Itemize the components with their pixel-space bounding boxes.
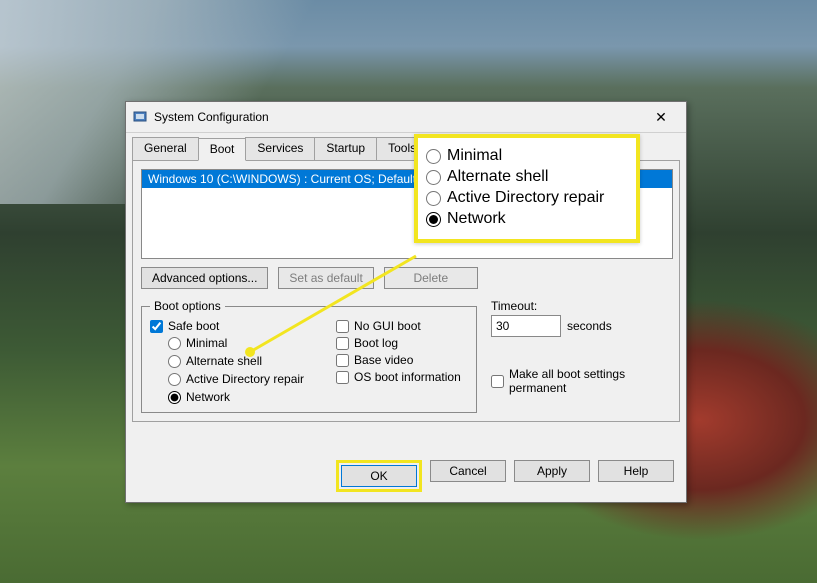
safe-boot-checkbox[interactable]: Safe boot [150, 319, 304, 333]
callout-radio-minimal: Minimal [426, 147, 628, 165]
tab-general[interactable]: General [132, 137, 199, 160]
boot-options-group: Boot options Safe boot Minimal Alte [141, 299, 477, 413]
dialog-action-bar: OK Cancel Apply Help [336, 460, 674, 492]
radio-alternate-shell[interactable]: Alternate shell [168, 354, 304, 368]
tab-startup[interactable]: Startup [314, 137, 377, 160]
help-button[interactable]: Help [598, 460, 674, 482]
callout-radio-alternate-shell: Alternate shell [426, 168, 628, 186]
delete-button: Delete [384, 267, 478, 289]
os-boot-info-checkbox[interactable]: OS boot information [336, 370, 461, 384]
timeout-unit: seconds [567, 319, 612, 333]
callout-radio-ad-repair: Active Directory repair [426, 189, 628, 207]
titlebar: System Configuration ✕ [126, 102, 686, 133]
no-gui-boot-checkbox[interactable]: No GUI boot [336, 319, 461, 333]
radio-minimal[interactable]: Minimal [168, 336, 304, 350]
timeout-label: Timeout: [491, 299, 671, 313]
set-as-default-button: Set as default [278, 267, 373, 289]
boot-log-checkbox[interactable]: Boot log [336, 336, 461, 350]
tab-services[interactable]: Services [245, 137, 315, 160]
apply-button[interactable]: Apply [514, 460, 590, 482]
advanced-options-button[interactable]: Advanced options... [141, 267, 268, 289]
tab-boot[interactable]: Boot [198, 138, 247, 161]
ok-button[interactable]: OK [341, 465, 417, 487]
callout-radio-network: Network [426, 210, 628, 228]
timeout-input[interactable] [491, 315, 561, 337]
radio-network[interactable]: Network [168, 390, 304, 404]
make-permanent-checkbox[interactable]: Make all boot settings permanent [491, 367, 671, 395]
close-icon[interactable]: ✕ [640, 103, 682, 131]
base-video-checkbox[interactable]: Base video [336, 353, 461, 367]
radio-ad-repair[interactable]: Active Directory repair [168, 372, 304, 386]
boot-options-legend: Boot options [150, 299, 225, 313]
cancel-button[interactable]: Cancel [430, 460, 506, 482]
window-title: System Configuration [154, 110, 269, 124]
app-icon [132, 109, 148, 125]
callout-magnifier: Minimal Alternate shell Active Directory… [414, 134, 640, 243]
ok-highlight: OK [336, 460, 422, 492]
